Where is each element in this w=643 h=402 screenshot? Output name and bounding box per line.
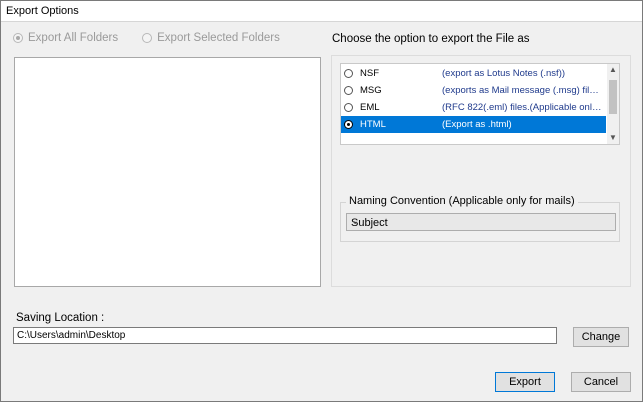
window-title: Export Options [6, 5, 79, 17]
format-panel: NSF (export as Lotus Notes (.nsf)) MSG (… [331, 55, 631, 287]
format-description: (exports as Mail message (.msg) files.) [442, 85, 606, 96]
format-list-scrollbar[interactable]: ▲ ▼ [607, 64, 619, 144]
folder-tree-panel[interactable] [14, 57, 321, 287]
export-options-dialog: Export Options Export All Folders Export… [0, 0, 643, 402]
saving-location-input[interactable] [13, 327, 557, 344]
export-scope-group: Export All Folders Export Selected Folde… [13, 32, 280, 44]
title-bar: Export Options [1, 1, 642, 22]
naming-convention-legend: Naming Convention (Applicable only for m… [346, 195, 578, 207]
radio-unselected-icon [142, 33, 153, 43]
format-name: NSF [360, 68, 379, 79]
format-heading: Choose the option to export the File as [332, 33, 530, 45]
format-option-html[interactable]: HTML (Export as .html) [341, 116, 606, 133]
naming-convention-dropdown[interactable]: Subject ⌄ [346, 213, 616, 231]
export-selected-folders-label: Export Selected Folders [157, 32, 280, 44]
format-name: EML [360, 102, 380, 113]
export-button[interactable]: Export [495, 372, 555, 392]
format-option-msg[interactable]: MSG (exports as Mail message (.msg) file… [341, 82, 606, 99]
format-description: (RFC 822(.eml) files.(Applicable only fo… [442, 102, 606, 113]
export-all-folders-label: Export All Folders [28, 32, 119, 44]
saving-location-label: Saving Location : [16, 312, 105, 324]
change-button[interactable]: Change [573, 327, 629, 347]
radio-icon [344, 86, 353, 95]
chevron-down-icon: ⌄ [351, 216, 360, 227]
radio-selected-icon [13, 33, 23, 43]
export-selected-folders-radio[interactable]: Export Selected Folders [142, 32, 280, 44]
scroll-down-icon[interactable]: ▼ [607, 132, 619, 144]
cancel-button[interactable]: Cancel [571, 372, 631, 392]
format-list[interactable]: NSF (export as Lotus Notes (.nsf)) MSG (… [340, 63, 620, 145]
format-name: MSG [360, 85, 382, 96]
radio-icon [344, 69, 353, 78]
scroll-thumb[interactable] [609, 80, 617, 114]
format-description: (export as Lotus Notes (.nsf)) [442, 68, 566, 79]
scroll-up-icon[interactable]: ▲ [607, 64, 619, 76]
export-all-folders-radio[interactable]: Export All Folders [13, 32, 118, 44]
format-option-nsf[interactable]: NSF (export as Lotus Notes (.nsf)) [341, 65, 606, 82]
radio-icon [344, 103, 353, 112]
format-description: (Export as .html) [442, 119, 512, 130]
format-option-eml[interactable]: EML (RFC 822(.eml) files.(Applicable onl… [341, 99, 606, 116]
radio-selected-icon [344, 120, 353, 129]
naming-convention-group: Naming Convention (Applicable only for m… [340, 195, 620, 242]
format-name: HTML [360, 119, 386, 130]
